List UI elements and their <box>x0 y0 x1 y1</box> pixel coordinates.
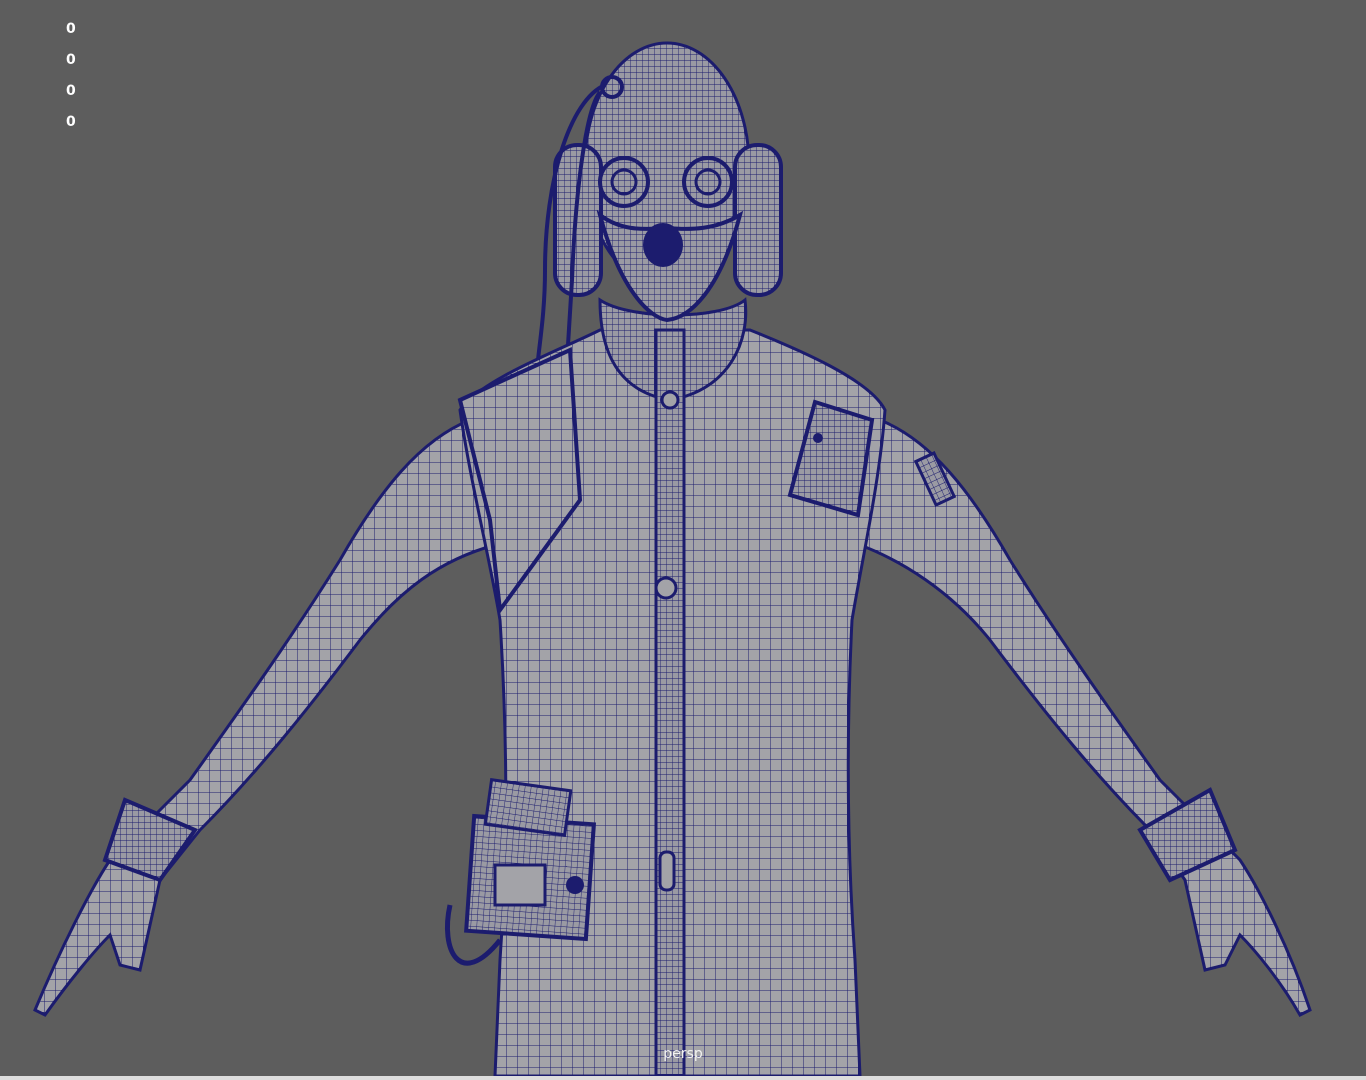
camera-name-label: persp <box>663 1046 703 1062</box>
zipper-pull <box>658 850 676 892</box>
collar-button <box>660 390 680 410</box>
chest-button <box>654 576 678 600</box>
zipper-strip <box>654 328 686 1078</box>
maya-perspective-viewport[interactable]: 0 0 0 0 persp <box>0 0 1366 1078</box>
character-model-wireframe[interactable] <box>0 0 1366 1078</box>
right-arm-mesh <box>858 417 1312 1017</box>
left-arm-mesh <box>33 417 497 1017</box>
viewport-bottom-border <box>0 1076 1366 1080</box>
pocket-button <box>813 433 823 443</box>
